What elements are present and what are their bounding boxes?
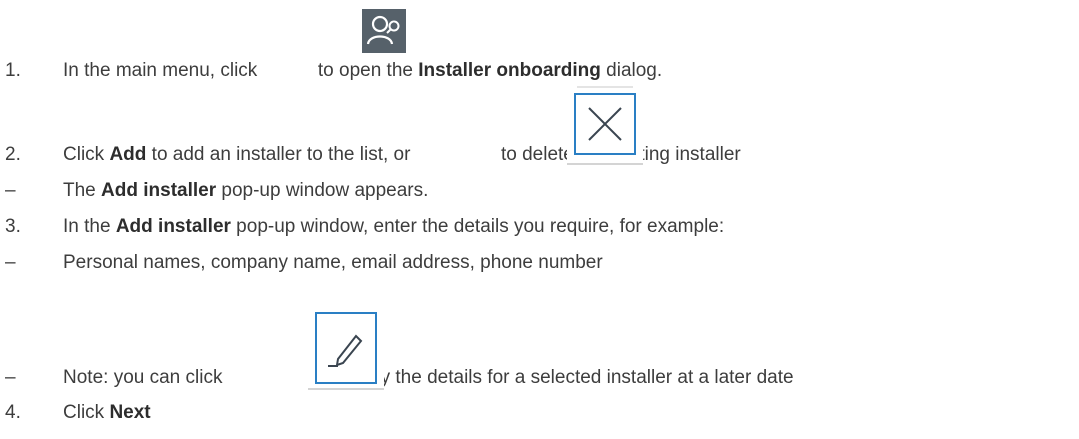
text-run: Click [63, 144, 110, 165]
text-run: Note: you can click [63, 367, 228, 388]
text-run: dialog. [600, 60, 663, 81]
step-3-note: – Note: you can click to modify the deta… [0, 365, 1079, 391]
step-text: In the Add installer pop-up window, ente… [63, 214, 724, 240]
close-icon [567, 86, 643, 178]
step-text: Click Next [63, 400, 151, 426]
step-2: 2. Click Add to add an installer to the … [0, 142, 1079, 168]
step-marker: 4. [5, 402, 21, 423]
text-run: In the main menu, click [63, 60, 263, 81]
step-2-result: – The Add installer pop-up window appear… [0, 178, 1079, 204]
text-run: In the [63, 216, 116, 237]
step-marker: – [5, 180, 16, 201]
bold-term: Installer onboarding [418, 60, 601, 81]
pencil-edit-icon [308, 311, 384, 391]
bold-term: Add installer [115, 216, 231, 237]
step-marker: 2. [5, 144, 21, 165]
step-text: Personal names, company name, email addr… [63, 250, 603, 276]
bold-term: Add [109, 144, 147, 165]
text-run: Personal names, company name, email addr… [63, 252, 603, 273]
text-run: to open the [312, 60, 419, 81]
step-marker: 1. [5, 60, 21, 81]
text-run: pop-up window appears. [216, 180, 429, 201]
step-4: 4. Click Next [0, 400, 1079, 426]
installer-onboarding-icon [362, 9, 406, 53]
bold-term: Add installer [101, 180, 217, 201]
bold-term: Next [109, 402, 151, 423]
step-1: 1. In the main menu, click to open the I… [0, 58, 1079, 84]
step-3: 3. In the Add installer pop-up window, e… [0, 214, 1079, 240]
step-text: In the main menu, click to open the Inst… [63, 58, 662, 84]
text-run: The [63, 180, 102, 201]
step-text: Note: you can click to modify the detail… [63, 365, 794, 391]
step-3-example: – Personal names, company name, email ad… [0, 250, 1079, 276]
step-marker: – [5, 367, 16, 388]
step-marker: – [5, 252, 16, 273]
step-text: The Add installer pop-up window appears. [63, 178, 428, 204]
text-run: pop-up window, enter the details you req… [230, 216, 725, 237]
text-run: to add an installer to the list, or [146, 144, 416, 165]
text-run: Click [63, 402, 110, 423]
step-marker: 3. [5, 216, 21, 237]
